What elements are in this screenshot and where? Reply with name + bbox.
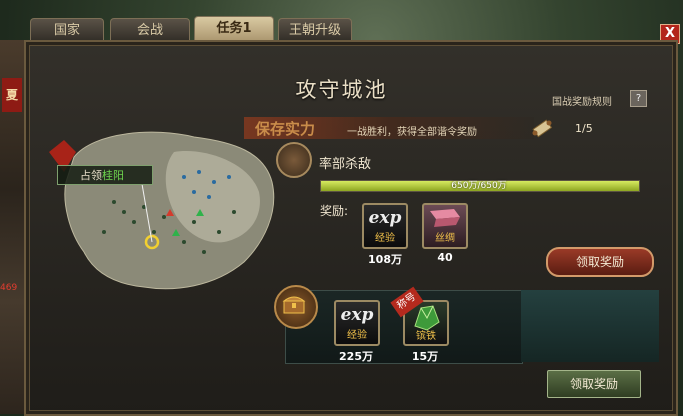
task-reward-exp[interactable]: exp 经验 bbox=[362, 203, 408, 249]
occupy-label: 占领桂阳 bbox=[57, 165, 153, 185]
reward-qty: 15万 bbox=[411, 350, 439, 363]
rules-link[interactable]: 国战奖励规则 bbox=[552, 93, 612, 108]
help-button[interactable]: ? bbox=[630, 90, 647, 107]
reward-sub: 丝绸 bbox=[435, 233, 455, 244]
claim-chest-reward-button[interactable]: 领取奖励 bbox=[547, 370, 641, 398]
banner-description: 一战胜利，获得全部谐令奖励 bbox=[347, 127, 477, 138]
treasure-chest-icon bbox=[274, 285, 318, 329]
chest-side-area bbox=[521, 290, 659, 362]
reward-sub: 镔铁 bbox=[416, 331, 436, 342]
task-progress-text: 650万/650万 bbox=[451, 181, 507, 191]
exp-icon: exp bbox=[340, 305, 374, 325]
reward-sub: 经验 bbox=[347, 330, 367, 341]
occupy-city[interactable]: 桂阳 bbox=[102, 169, 124, 182]
left-number: 469 bbox=[0, 283, 18, 293]
reward-sub: 经验 bbox=[375, 233, 395, 244]
occupy-text: 占领 bbox=[80, 169, 102, 182]
claim-task-reward-button[interactable]: 领取奖励 bbox=[546, 247, 654, 277]
task-reward-silk[interactable]: 丝绸 bbox=[422, 203, 468, 249]
chest-reward-exp[interactable]: exp 经验 bbox=[334, 300, 380, 346]
tab-task[interactable]: 任务1 bbox=[194, 16, 274, 43]
reward-label: 奖励: bbox=[320, 204, 349, 218]
reward-qty: 108万 bbox=[368, 253, 402, 266]
banner-progress: 1/5 bbox=[575, 122, 593, 135]
task-name: 率部杀敌 bbox=[319, 157, 372, 172]
scroll-icon bbox=[532, 119, 553, 138]
reward-qty: 40 bbox=[437, 251, 453, 264]
task-icon bbox=[276, 142, 312, 178]
reward-qty: 225万 bbox=[339, 350, 373, 363]
exp-icon: exp bbox=[368, 208, 402, 228]
territory-map[interactable] bbox=[34, 112, 296, 312]
